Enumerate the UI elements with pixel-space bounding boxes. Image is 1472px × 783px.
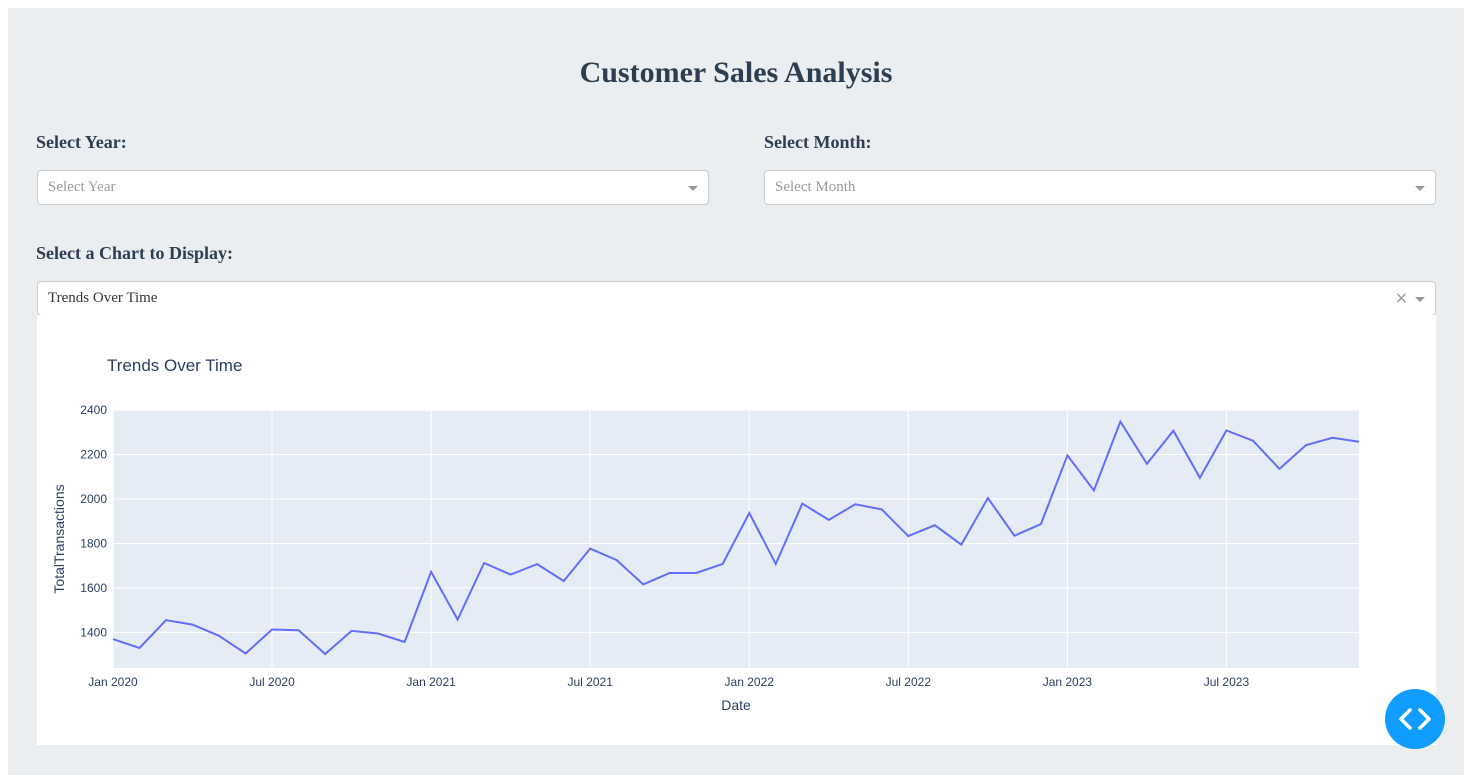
x-axis-label: Date	[721, 697, 751, 713]
chevron-down-icon[interactable]	[1415, 186, 1425, 191]
x-tick-label: Jan 2022	[725, 675, 775, 689]
chart-panel: Trends Over Time 1400 1600 1800 2000 2200 240…	[37, 315, 1436, 745]
y-tick-label: 2000	[80, 492, 107, 506]
year-label: Select Year:	[36, 132, 127, 152]
chart-title: Trends Over Time	[107, 356, 242, 375]
x-tick-label: Jul 2022	[886, 675, 932, 689]
chart-select-label: Select a Chart to Display:	[36, 243, 233, 263]
line-chart: Trends Over Time 1400 1600 1800 2000 2200 240…	[51, 356, 1360, 713]
debug-menu-button[interactable]	[1385, 689, 1445, 749]
x-tick-label: Jul 2023	[1204, 675, 1250, 689]
page-title: Customer Sales Analysis	[579, 56, 893, 89]
x-axis-ticks: Jan 2020 Jul 2020 Jan 2021 Jul 2021 Jan 2022…	[88, 675, 1249, 689]
chevron-down-icon[interactable]	[688, 186, 698, 191]
y-tick-label: 1800	[80, 536, 107, 550]
month-placeholder: Select Month	[775, 179, 856, 195]
x-tick-label: Jul 2020	[249, 675, 295, 689]
year-placeholder: Select Year	[48, 179, 116, 195]
app-container: Customer Sales Analysis Select Year: Sel…	[8, 8, 1464, 775]
chart-select-value: Trends Over Time	[48, 290, 158, 306]
x-tick-label: Jan 2023	[1043, 675, 1093, 689]
chart-select-dropdown[interactable]: Trends Over Time ×	[37, 281, 1436, 316]
y-tick-label: 2400	[80, 403, 107, 417]
y-tick-label: 1600	[80, 581, 107, 595]
y-tick-label: 2200	[80, 447, 107, 461]
clear-icon[interactable]: ×	[1395, 288, 1408, 307]
y-axis-ticks: 1400 1600 1800 2000 2200 2400	[80, 403, 107, 639]
y-tick-label: 1400	[80, 625, 107, 639]
x-tick-label: Jan 2021	[406, 675, 456, 689]
chevron-down-icon[interactable]	[1415, 297, 1425, 302]
x-tick-label: Jul 2021	[568, 675, 614, 689]
code-icon	[1399, 708, 1431, 730]
y-axis-label: TotalTransactions	[51, 484, 67, 593]
x-tick-label: Jan 2020	[88, 675, 138, 689]
year-dropdown[interactable]: Select Year	[37, 170, 709, 205]
month-label: Select Month:	[764, 132, 872, 152]
month-dropdown[interactable]: Select Month	[764, 170, 1436, 205]
